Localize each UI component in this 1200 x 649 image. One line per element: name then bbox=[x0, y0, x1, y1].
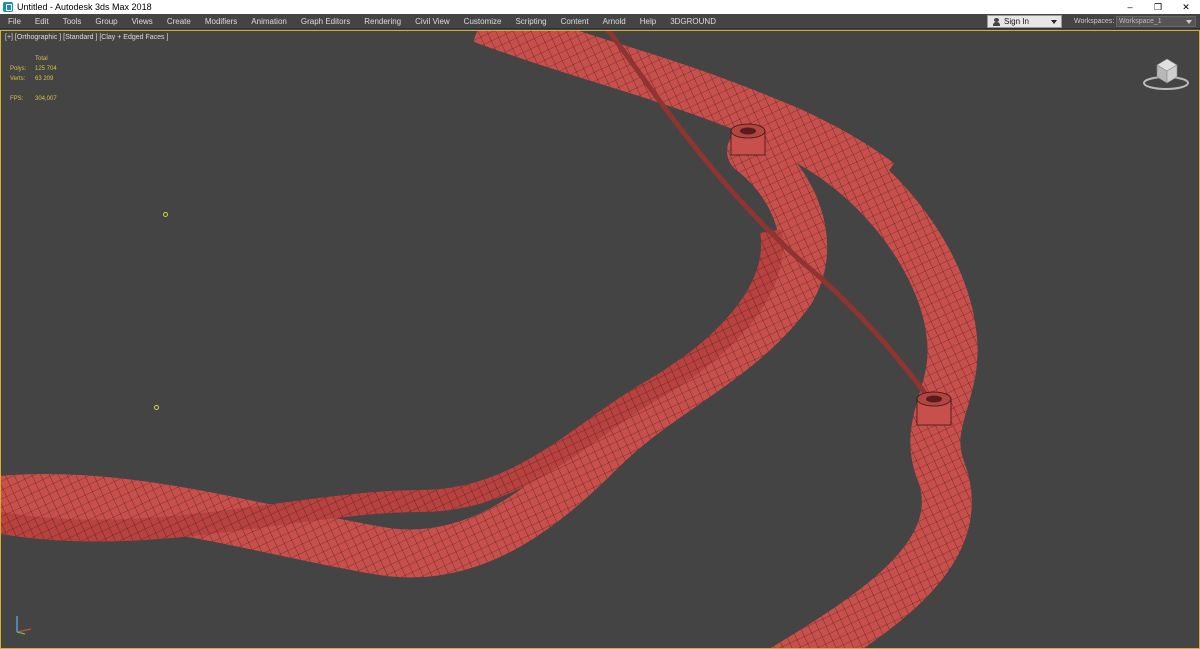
cylinder-cap-upper bbox=[730, 123, 766, 156]
workspace-select[interactable]: Workspace_1 bbox=[1116, 16, 1196, 27]
sign-in-dropdown[interactable]: Sign In bbox=[987, 15, 1062, 28]
viewcube-icon[interactable] bbox=[1141, 53, 1191, 93]
menu-rendering[interactable]: Rendering bbox=[357, 14, 408, 29]
workspace-value: Workspace_1 bbox=[1119, 18, 1162, 25]
app-logo-icon bbox=[3, 2, 13, 12]
stats-verts-value: 63 209 bbox=[35, 76, 54, 82]
restore-button[interactable]: ❐ bbox=[1144, 0, 1172, 14]
helper-point[interactable] bbox=[163, 212, 168, 217]
stats-polys-label: Polys: bbox=[10, 66, 27, 72]
menu-customize[interactable]: Customize bbox=[457, 14, 509, 29]
menu-views[interactable]: Views bbox=[125, 14, 160, 29]
menu-create[interactable]: Create bbox=[160, 14, 198, 29]
workspaces-label: Workspaces: bbox=[1074, 18, 1115, 25]
stats-verts-label: Verts: bbox=[10, 76, 26, 82]
chevron-down-icon bbox=[1051, 19, 1057, 24]
menu-group[interactable]: Group bbox=[88, 14, 124, 29]
menu-help[interactable]: Help bbox=[633, 14, 663, 29]
menu-3dground[interactable]: 3DGROUND bbox=[663, 14, 723, 29]
stats-fps-label: FPS: bbox=[10, 96, 24, 102]
stats-fps-value: 304,007 bbox=[35, 96, 57, 102]
helper-point[interactable] bbox=[154, 405, 159, 410]
user-icon bbox=[993, 17, 1000, 26]
close-button[interactable]: ✕ bbox=[1172, 0, 1200, 14]
menu-modifiers[interactable]: Modifiers bbox=[198, 14, 244, 29]
viewport-orthographic[interactable]: [+] [Orthographic ] [Standard ] [Clay + … bbox=[0, 30, 1200, 649]
axis-tripod-icon bbox=[16, 616, 32, 635]
stats-polys-value: 125 704 bbox=[35, 66, 57, 72]
viewport-label[interactable]: [+] [Orthographic ] [Standard ] [Clay + … bbox=[5, 34, 168, 41]
menu-content[interactable]: Content bbox=[554, 14, 596, 29]
menu-tools[interactable]: Tools bbox=[56, 14, 89, 29]
window-controls: – ❐ ✕ bbox=[1116, 0, 1200, 14]
menu-civil-view[interactable]: Civil View bbox=[408, 14, 457, 29]
chevron-down-icon bbox=[1186, 19, 1192, 24]
minimize-button[interactable]: – bbox=[1116, 0, 1144, 14]
menu-bar: File Edit Tools Group Views Create Modif… bbox=[0, 14, 1200, 29]
sign-in-label: Sign In bbox=[1004, 17, 1029, 26]
menu-animation[interactable]: Animation bbox=[244, 14, 294, 29]
title-bar: Untitled - Autodesk 3ds Max 2018 – ❐ ✕ bbox=[0, 0, 1200, 14]
stats-total-label: Total bbox=[35, 56, 48, 62]
menu-arnold[interactable]: Arnold bbox=[596, 14, 633, 29]
rope-strand-left bbox=[1, 127, 828, 578]
cylinder-cap-lower bbox=[916, 391, 952, 426]
statistics-overlay: Total Polys: 125 704 Verts: 63 209 FPS: … bbox=[10, 54, 57, 104]
menu-graph-editors[interactable]: Graph Editors bbox=[294, 14, 357, 29]
menu-edit[interactable]: Edit bbox=[28, 14, 56, 29]
menu-file[interactable]: File bbox=[0, 14, 28, 29]
menu-scripting[interactable]: Scripting bbox=[508, 14, 553, 29]
window-title: Untitled - Autodesk 3ds Max 2018 bbox=[17, 2, 152, 12]
twisted-rope-mesh[interactable] bbox=[1, 31, 1200, 649]
